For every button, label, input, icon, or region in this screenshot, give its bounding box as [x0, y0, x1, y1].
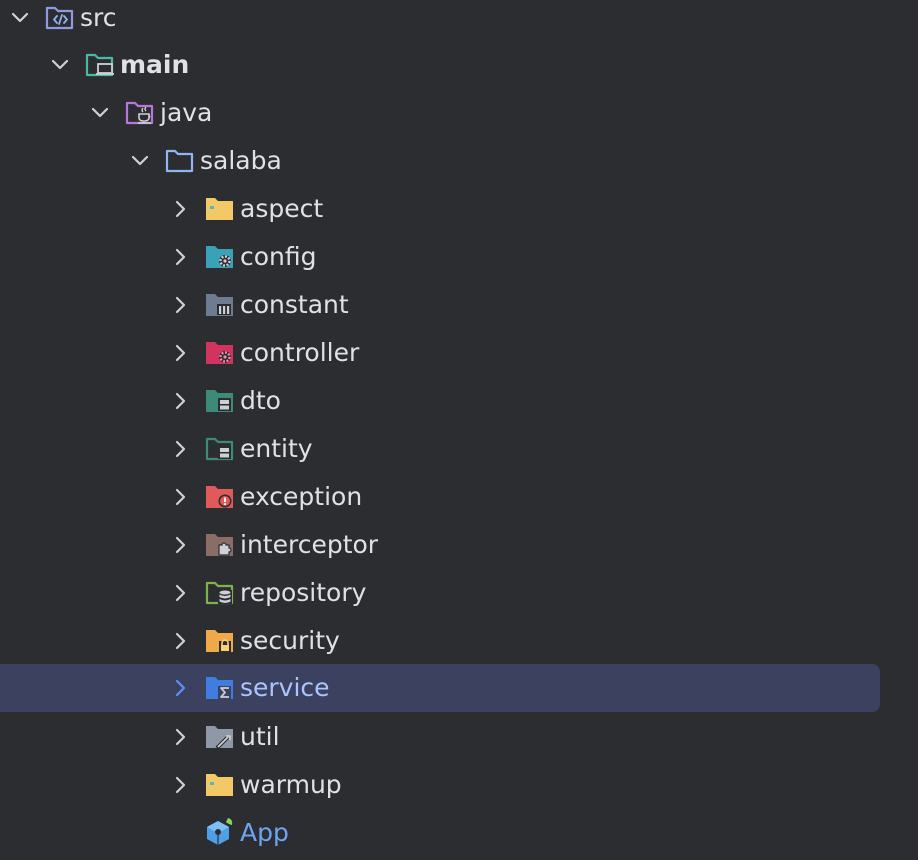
chevron-down-icon[interactable]	[48, 41, 72, 89]
util-folder-icon	[205, 724, 235, 750]
tree-row-controller[interactable]: controller	[0, 329, 880, 377]
tree-label-app: App	[240, 818, 289, 847]
chevron-right-icon[interactable]	[168, 664, 192, 712]
tree-label-warmup: warmup	[240, 770, 342, 799]
tree-label-exception: exception	[240, 482, 363, 511]
chevron-right-icon[interactable]	[168, 233, 192, 281]
tree-row-repository[interactable]: repository	[0, 569, 880, 617]
tree-label-entity: entity	[240, 434, 313, 463]
tree-label-interceptor: interceptor	[240, 530, 379, 559]
controller-folder-icon	[205, 340, 235, 366]
tree-label-service: service	[240, 673, 330, 702]
chevron-right-icon[interactable]	[168, 329, 192, 377]
tree-label-salaba: salaba	[200, 146, 282, 175]
chevron-right-icon[interactable]	[168, 617, 192, 665]
chevron-right-icon[interactable]	[168, 521, 192, 569]
service-folder-icon	[205, 675, 235, 701]
tree-label-util: util	[240, 722, 280, 751]
config-folder-icon	[205, 244, 235, 270]
tree-row-main[interactable]: main	[0, 41, 880, 89]
tree-row-dto[interactable]: dto	[0, 377, 880, 425]
spring-app-class-icon	[203, 817, 235, 849]
chevron-right-icon[interactable]	[168, 713, 192, 761]
tree-row-aspect[interactable]: aspect	[0, 185, 880, 233]
tree-label-main: main	[120, 50, 190, 79]
tree-row-interceptor[interactable]: interceptor	[0, 521, 880, 569]
chevron-right-icon[interactable]	[168, 761, 192, 809]
chevron-down-icon[interactable]	[8, 0, 32, 42]
tree-row-util[interactable]: util	[0, 713, 880, 761]
tree-row-constant[interactable]: constant	[0, 281, 880, 329]
entity-folder-icon	[205, 436, 235, 462]
tree-row-java[interactable]: java	[0, 89, 880, 137]
security-folder-icon	[205, 628, 235, 654]
tree-row-entity[interactable]: entity	[0, 425, 880, 473]
tree-label-dto: dto	[240, 386, 281, 415]
dto-folder-icon	[205, 388, 235, 414]
tree-label-src: src	[80, 3, 117, 32]
tree-row-security[interactable]: security	[0, 617, 880, 665]
tree-label-security: security	[240, 626, 340, 655]
tree-label-repository: repository	[240, 578, 367, 607]
tree-label-java: java	[160, 98, 213, 127]
exception-folder-icon	[205, 484, 235, 510]
chevron-down-icon[interactable]	[88, 89, 112, 137]
tree-row-service[interactable]: service	[0, 664, 880, 712]
chevron-right-icon[interactable]	[168, 473, 192, 521]
chevron-right-icon[interactable]	[168, 377, 192, 425]
warmup-folder-icon	[205, 772, 235, 798]
project-tree: src main java salaba aspect config const…	[0, 0, 918, 860]
tree-label-constant: constant	[240, 290, 349, 319]
tree-row-src[interactable]: src	[0, 0, 880, 42]
aspect-folder-icon	[205, 196, 235, 222]
chevron-down-icon[interactable]	[128, 137, 152, 185]
java-source-folder-icon	[125, 100, 155, 126]
tree-label-config: config	[240, 242, 317, 271]
tree-row-config[interactable]: config	[0, 233, 880, 281]
package-folder-icon	[165, 148, 195, 174]
source-root-folder-icon	[45, 5, 75, 31]
chevron-right-icon[interactable]	[168, 569, 192, 617]
tree-label-controller: controller	[240, 338, 360, 367]
tree-row-app[interactable]: App	[0, 809, 880, 857]
tree-row-warmup[interactable]: warmup	[0, 761, 880, 809]
chevron-right-icon[interactable]	[168, 281, 192, 329]
constant-folder-icon	[205, 292, 235, 318]
chevron-right-icon[interactable]	[168, 185, 192, 233]
chevron-right-icon[interactable]	[168, 425, 192, 473]
interceptor-folder-icon	[205, 532, 235, 558]
module-folder-icon	[85, 52, 115, 78]
repository-folder-icon	[205, 580, 235, 606]
tree-row-exception[interactable]: exception	[0, 473, 880, 521]
tree-label-aspect: aspect	[240, 194, 324, 223]
tree-row-salaba[interactable]: salaba	[0, 137, 880, 185]
